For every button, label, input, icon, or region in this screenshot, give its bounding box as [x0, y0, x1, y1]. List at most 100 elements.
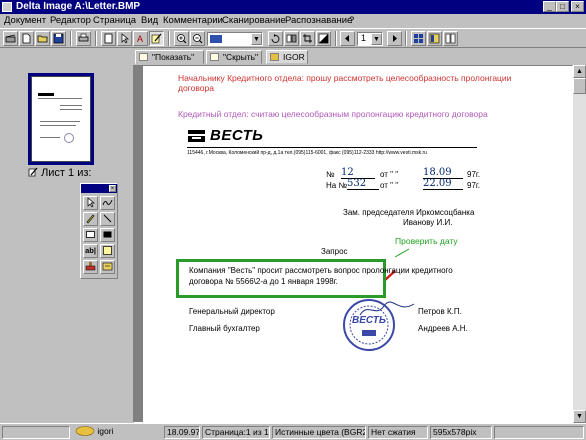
- palette-attach-tool[interactable]: [100, 260, 115, 274]
- menu-scanning[interactable]: Сканирование: [222, 15, 286, 26]
- new-document-icon: [22, 33, 31, 44]
- zoom-in-button[interactable]: [174, 31, 189, 46]
- toolbar: A ▼ 1 ▼: [0, 28, 586, 48]
- rotate-button[interactable]: [268, 31, 283, 46]
- tab-show[interactable]: "Показать": [135, 50, 204, 64]
- ref2-label: На №: [326, 181, 348, 190]
- menu-editor[interactable]: Редактор: [50, 15, 91, 26]
- palette-stamp-tool[interactable]: [83, 260, 98, 274]
- palette-freehand-tool[interactable]: [100, 196, 115, 210]
- app-icon[interactable]: [2, 2, 12, 12]
- window-title: Delta Image A:\Letter.BMP: [16, 1, 141, 12]
- text-letter-icon: A: [137, 34, 143, 44]
- menu-document[interactable]: Документ: [4, 15, 46, 26]
- palette-titlebar[interactable]: ×: [81, 184, 117, 193]
- palette-text-tool[interactable]: ab|: [83, 244, 98, 258]
- menu-view[interactable]: Вид: [141, 15, 158, 26]
- comment-tabs: "Показать" "Скрыть" IGOR: [0, 49, 586, 65]
- save-button[interactable]: [51, 31, 66, 46]
- palette-pointer-tool[interactable]: [83, 196, 98, 210]
- note-icon: [139, 53, 148, 61]
- scroll-thumb[interactable]: [573, 78, 586, 94]
- arrow-left-icon: [345, 35, 349, 42]
- select-button[interactable]: [117, 31, 132, 46]
- open-button[interactable]: [35, 31, 50, 46]
- next-page-button[interactable]: [387, 31, 402, 46]
- maximize-button[interactable]: □: [556, 1, 569, 12]
- stamp-text: ВЕСТЬ: [352, 315, 386, 326]
- minimize-button[interactable]: _: [543, 1, 556, 12]
- vertical-scrollbar[interactable]: ▲ ▼: [573, 65, 586, 423]
- status-colors: Истинные цвета (BGR24 bit): [272, 426, 366, 439]
- company-stamp: ВЕСТЬ: [341, 297, 397, 353]
- thumbnails-button[interactable]: [411, 31, 426, 46]
- previous-page-button[interactable]: [340, 31, 355, 46]
- tab-hide[interactable]: "Скрыть": [206, 50, 262, 64]
- scroll-up-button[interactable]: ▲: [573, 65, 586, 78]
- chevron-down-icon[interactable]: ▼: [371, 33, 382, 45]
- page-button[interactable]: [101, 31, 116, 46]
- document-page[interactable]: Начальнику Кредитного отдела: прошу расс…: [143, 66, 573, 423]
- signature1-name: Петров К.П.: [418, 307, 462, 316]
- tile-button[interactable]: [443, 31, 458, 46]
- scanner-icon: [5, 34, 16, 43]
- new-button[interactable]: [19, 31, 34, 46]
- scan-button[interactable]: [3, 31, 18, 46]
- company-logo: ВЕСТЬ: [187, 127, 287, 145]
- ref2-date: 22.09: [423, 178, 463, 190]
- zoom-combo[interactable]: ▼: [207, 32, 263, 46]
- toolbar-separator: [95, 31, 97, 46]
- print-button[interactable]: [76, 31, 91, 46]
- zoom-fit-icon: [210, 35, 222, 43]
- logo-text: ВЕСТЬ: [210, 127, 264, 144]
- chevron-down-icon[interactable]: ▼: [251, 33, 262, 45]
- status-compression: Нет сжатия: [368, 426, 428, 439]
- menu-bar: Документ Редактор Страница Вид Комментар…: [0, 14, 586, 28]
- title-bar[interactable]: Delta Image A:\Letter.BMP _ □ ×: [0, 0, 586, 14]
- ref1-from: от " ": [380, 170, 399, 179]
- close-icon[interactable]: ×: [109, 185, 116, 192]
- crop-button[interactable]: [300, 31, 315, 46]
- page-thumbnail[interactable]: [28, 73, 94, 165]
- palette-filled-rectangle-tool[interactable]: [100, 228, 115, 242]
- annotation-palette[interactable]: × ab|: [80, 183, 118, 279]
- scroll-down-button[interactable]: ▼: [573, 410, 586, 423]
- palette-line-tool[interactable]: [100, 212, 115, 226]
- status-user: igori: [72, 426, 162, 439]
- user-note-icon: [270, 53, 279, 61]
- invert-button[interactable]: [316, 31, 331, 46]
- comment-purple[interactable]: Кредитный отдел: считаю целесообразным п…: [178, 109, 488, 119]
- svg-text:A: A: [137, 34, 143, 44]
- layout-button[interactable]: [427, 31, 442, 46]
- status-bar: igori 18.09.97 Страница:1 из 1 Истинные …: [0, 423, 586, 440]
- layout-icon: [429, 33, 440, 44]
- tab-igor[interactable]: IGOR: [266, 50, 308, 64]
- menu-comments[interactable]: Комментарии: [163, 15, 223, 26]
- arrow-right-icon: [393, 35, 397, 42]
- zoom-out-button[interactable]: [190, 31, 205, 46]
- flip-button[interactable]: [284, 31, 299, 46]
- menu-page[interactable]: Страница: [93, 15, 136, 26]
- palette-rectangle-tool[interactable]: [83, 228, 98, 242]
- status-size: 595x578pix: [430, 426, 492, 439]
- status-date: 18.09.97: [164, 426, 200, 439]
- flip-icon: [286, 34, 297, 43]
- palette-note-tool[interactable]: [100, 244, 115, 258]
- pointer-icon: [121, 33, 129, 44]
- text-mode-button[interactable]: A: [133, 31, 148, 46]
- tab-label: "Скрыть": [223, 52, 259, 62]
- logo-mark-icon: [188, 130, 205, 142]
- comment-green[interactable]: Проверить дату: [395, 236, 458, 246]
- menu-recognition[interactable]: Распознавание: [285, 15, 352, 26]
- tab-label: "Показать": [152, 52, 195, 62]
- palette-marker-tool[interactable]: [83, 212, 98, 226]
- status-extra: [494, 426, 584, 439]
- menu-help[interactable]: ?: [349, 15, 354, 26]
- line-icon: [103, 214, 112, 223]
- page-number-field[interactable]: 1 ▼: [357, 32, 383, 46]
- invert-icon: [318, 33, 329, 44]
- page-icon: [104, 33, 113, 44]
- comment-red[interactable]: Начальнику Кредитного отдела: прошу расс…: [178, 73, 548, 93]
- close-button[interactable]: ×: [571, 1, 584, 12]
- annotate-button[interactable]: [149, 31, 164, 46]
